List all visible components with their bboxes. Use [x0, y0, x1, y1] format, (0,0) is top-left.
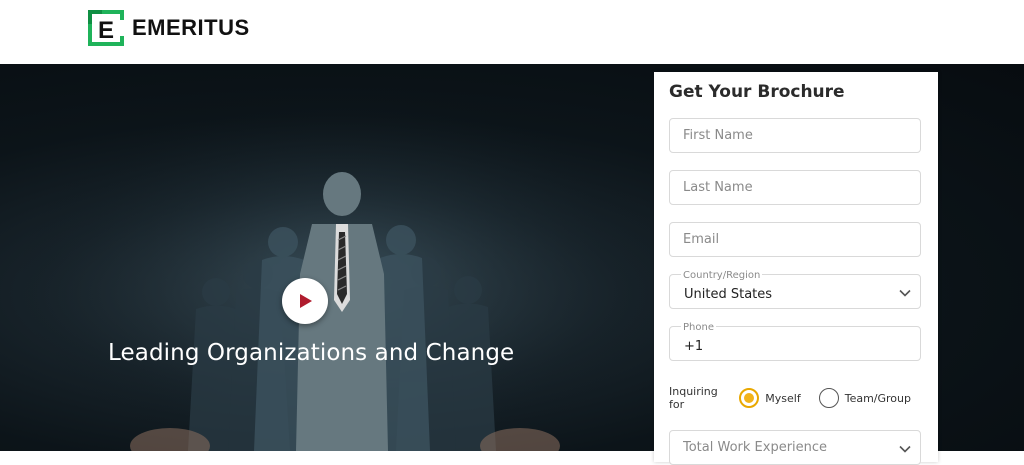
- radio-option-team[interactable]: Team/Group: [818, 388, 911, 408]
- logo-letter: E: [98, 17, 114, 44]
- first-name-input[interactable]: [670, 119, 920, 152]
- phone-value[interactable]: +1: [684, 339, 703, 354]
- phone-label: Phone: [681, 322, 716, 333]
- email-field[interactable]: [669, 222, 921, 257]
- inquiring-for-group: Inquiring for Myself Team/Group: [669, 385, 929, 411]
- logo-mark-icon: E: [86, 8, 126, 48]
- form-title: Get Your Brochure: [669, 82, 845, 102]
- top-navigation-bar: E EMERITUS: [0, 0, 1024, 64]
- program-title: Leading Organizations and Change: [108, 340, 515, 366]
- logo-wordmark: EMERITUS: [132, 15, 250, 40]
- play-icon: [300, 294, 312, 308]
- radio-team-label: Team/Group: [844, 391, 911, 405]
- work-experience-input[interactable]: [670, 431, 920, 464]
- country-select[interactable]: Country/Region United States: [669, 270, 921, 309]
- phone-field[interactable]: Phone +1: [669, 322, 921, 361]
- chevron-down-icon: [899, 445, 911, 453]
- email-input[interactable]: [670, 223, 920, 256]
- chevron-down-icon: [899, 289, 911, 297]
- brochure-form: Get Your Brochure Country/Region United …: [654, 72, 938, 465]
- play-video-button[interactable]: [282, 278, 328, 324]
- inquiring-for-label: Inquiring for: [669, 385, 718, 411]
- country-value: United States: [684, 287, 773, 302]
- hero-people-illustration: [0, 64, 660, 451]
- last-name-field[interactable]: [669, 170, 921, 205]
- radio-myself-label: Myself: [765, 391, 801, 405]
- last-name-input[interactable]: [670, 171, 920, 204]
- first-name-field[interactable]: [669, 118, 921, 153]
- emeritus-logo[interactable]: E EMERITUS: [86, 8, 250, 48]
- work-experience-select[interactable]: [669, 430, 921, 465]
- radio-team-unselected[interactable]: [818, 388, 839, 408]
- country-label: Country/Region: [681, 270, 763, 281]
- radio-option-myself[interactable]: Myself: [739, 388, 801, 408]
- radio-myself-selected[interactable]: [739, 388, 760, 408]
